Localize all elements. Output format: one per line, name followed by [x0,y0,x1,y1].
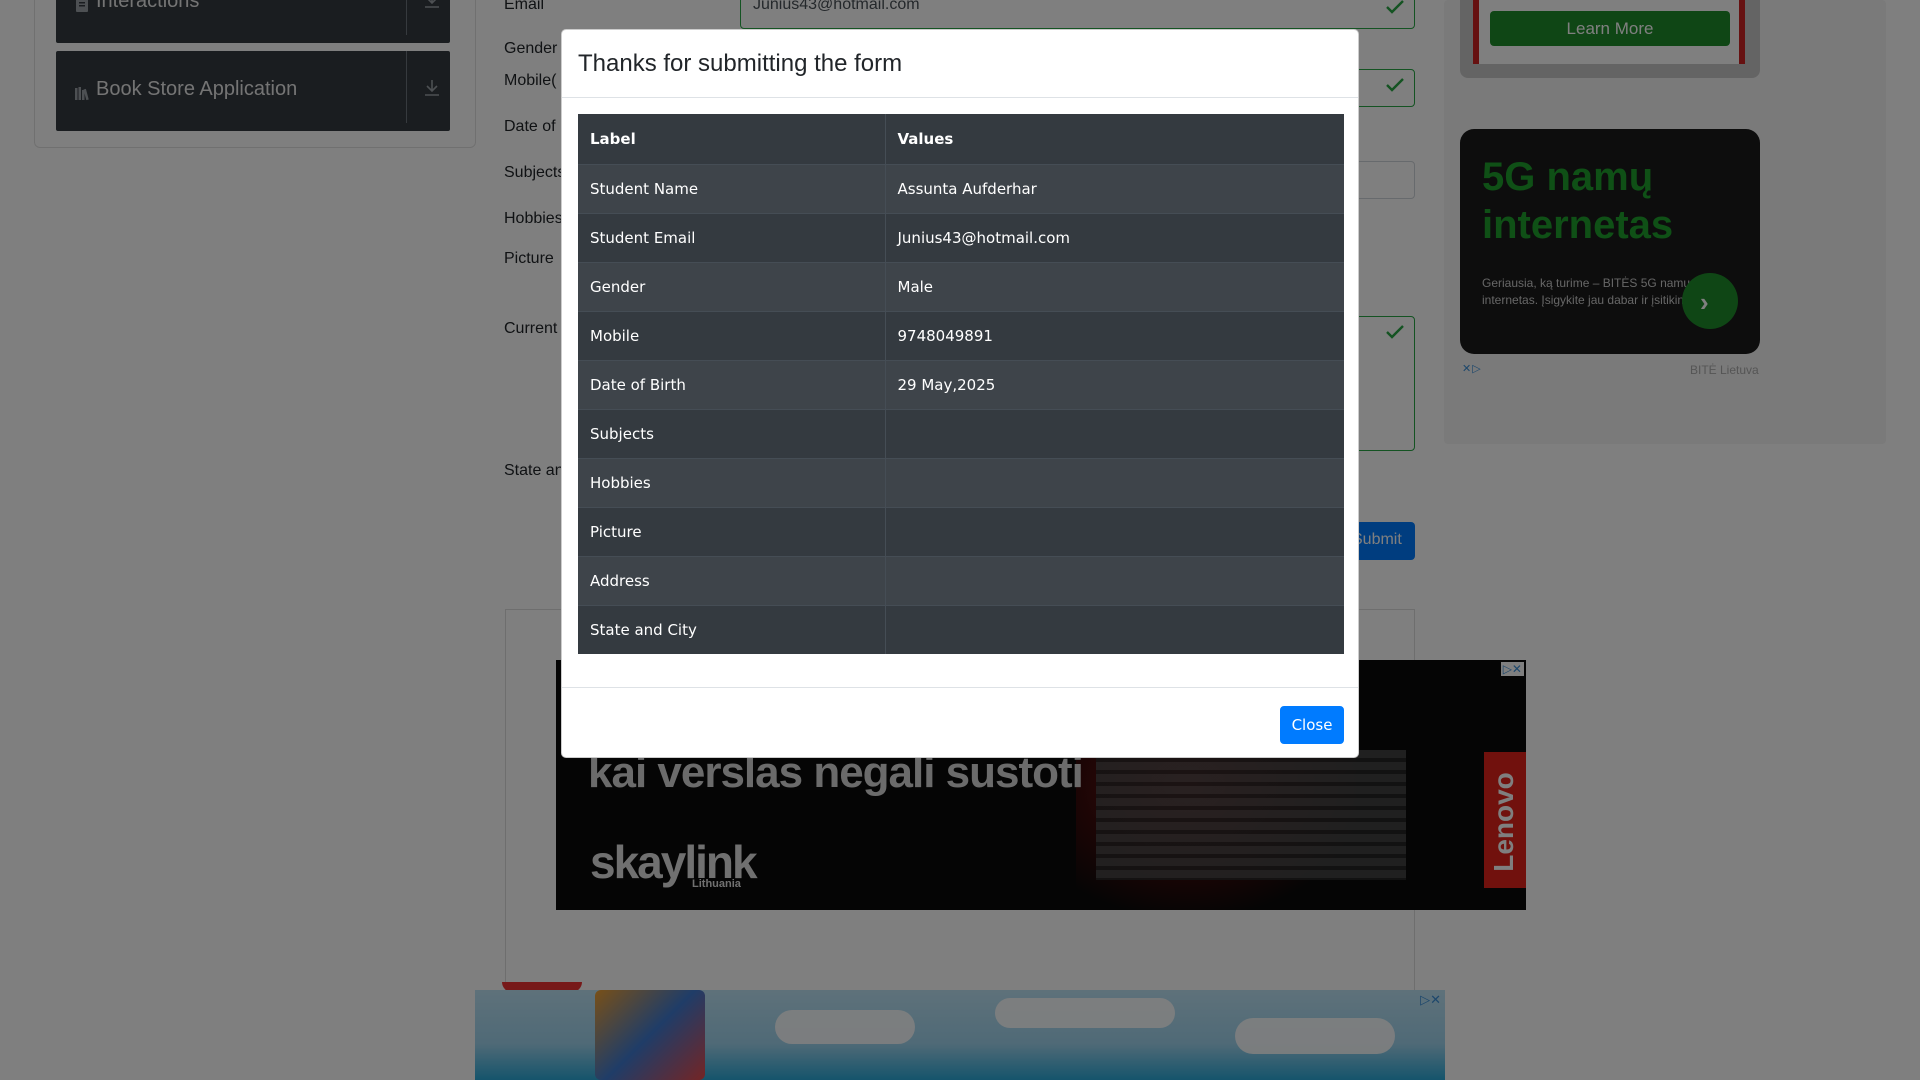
row-label: Hobbies [578,457,886,507]
row-value: Assunta Aufderhar [885,163,1344,213]
column-header-values: Values [897,129,954,148]
table-row: Hobbies [578,457,1344,507]
modal-title: Thanks for submitting the form [578,50,903,77]
modal-footer: Close [562,687,1358,757]
column-header-label: Label [578,114,886,164]
table-row: Student Email Junius43@hotmail.com [578,212,1344,262]
row-label: Subjects [578,408,886,458]
row-label: Mobile [578,310,886,360]
row-label: State and City [578,604,886,654]
table-row: Mobile 9748049891 [578,310,1344,360]
row-value: Male [885,261,1344,311]
row-value [885,457,1344,507]
row-value: Junius43@hotmail.com [885,212,1344,262]
results-table: Label Values Student Name Assunta Aufderh… [578,114,1344,654]
submission-modal: Thanks for submitting the form Label Val… [561,29,1359,758]
table-row: Address [578,555,1344,605]
row-label: Picture [578,506,886,556]
row-label: Gender [578,261,886,311]
row-label: Date of Birth [578,359,886,409]
row-value [885,408,1344,458]
row-value [885,555,1344,605]
row-label: Student Name [578,163,886,213]
table-row: Picture [578,506,1344,556]
row-value [885,506,1344,556]
table-row: Gender Male [578,261,1344,311]
row-label: Address [578,555,886,605]
modal-header: Thanks for submitting the form [562,30,1358,98]
table-row: State and City [578,604,1344,654]
close-button[interactable]: Close [1280,706,1344,744]
table-row: Date of Birth 29 May,2025 [578,359,1344,409]
table-row: Student Name Assunta Aufderhar [578,163,1344,213]
table-row: Subjects [578,408,1344,458]
row-value: 9748049891 [885,310,1344,360]
row-value [885,604,1344,654]
table-header-row: Label Values [578,114,1344,164]
row-value: 29 May,2025 [885,359,1344,409]
row-label: Student Email [578,212,886,262]
